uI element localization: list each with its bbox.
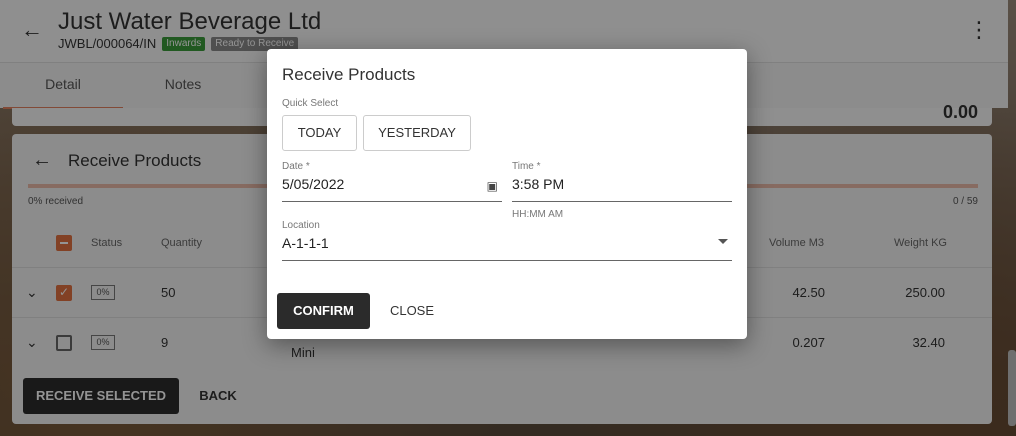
calendar-icon[interactable]: ▣ — [487, 179, 498, 193]
close-button[interactable]: CLOSE — [381, 293, 443, 329]
date-field[interactable]: 5/05/2022 ▣ — [282, 170, 502, 202]
yesterday-button[interactable]: YESTERDAY — [363, 115, 471, 151]
time-hint: HH:MM AM — [512, 209, 564, 220]
confirm-button[interactable]: CONFIRM — [277, 293, 370, 329]
date-value: 5/05/2022 — [282, 176, 345, 192]
dialog-title: Receive Products — [282, 65, 416, 84]
time-field[interactable]: 3:58 PM — [512, 170, 732, 202]
receive-products-dialog: Receive Products Quick Select TODAY YEST… — [267, 49, 747, 339]
quick-select-label: Quick Select — [282, 98, 339, 109]
dropdown-arrow-icon — [718, 239, 728, 244]
location-value: A-1-1-1 — [282, 235, 329, 251]
location-select[interactable]: A-1-1-1 — [282, 229, 732, 261]
today-button[interactable]: TODAY — [282, 115, 357, 151]
time-value: 3:58 PM — [512, 176, 565, 192]
